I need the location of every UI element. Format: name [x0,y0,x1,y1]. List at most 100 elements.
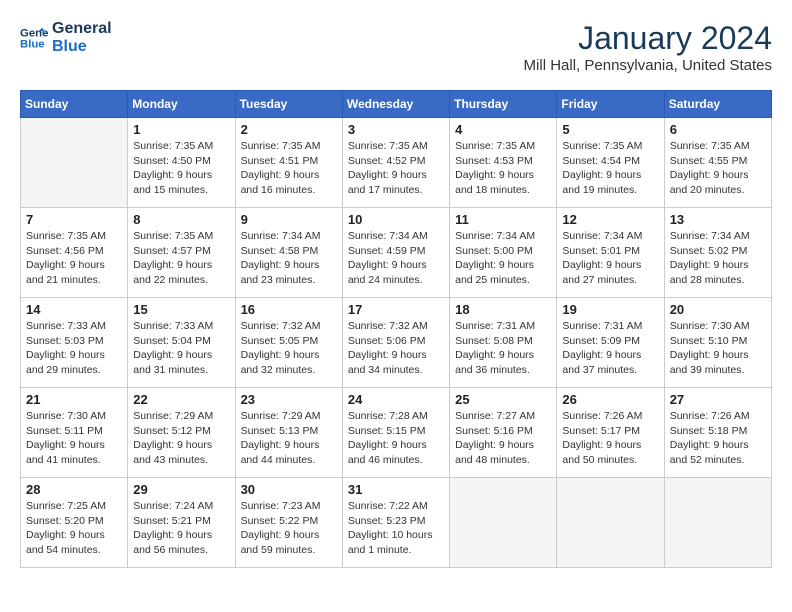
column-header-wednesday: Wednesday [342,91,449,118]
calendar-cell [664,478,771,568]
day-number: 3 [348,122,444,137]
day-number: 20 [670,302,766,317]
calendar-cell: 21 Sunrise: 7:30 AMSunset: 5:11 PMDayligh… [21,388,128,478]
day-number: 26 [562,392,658,407]
day-info: Sunrise: 7:34 AMSunset: 5:00 PMDaylight:… [455,229,551,288]
day-info: Sunrise: 7:35 AMSunset: 4:54 PMDaylight:… [562,139,658,198]
page-header: General Blue General Blue January 2024 M… [20,20,772,74]
day-info: Sunrise: 7:27 AMSunset: 5:16 PMDaylight:… [455,409,551,468]
calendar-cell: 14Sunrise: 7:33 AMSunset: 5:03 PMDayligh… [21,298,128,388]
calendar-cell: 1 Sunrise: 7:35 AMSunset: 4:50 PMDaylight… [128,118,235,208]
week-row-1: 1 Sunrise: 7:35 AMSunset: 4:50 PMDaylight… [21,118,772,208]
day-number: 16 [241,302,337,317]
day-info: Sunrise: 7:35 AMSunset: 4:55 PMDaylight:… [670,139,766,198]
svg-text:Blue: Blue [20,39,45,51]
calendar-cell: 30Sunrise: 7:23 AMSunset: 5:22 PMDayligh… [235,478,342,568]
column-header-sunday: Sunday [21,91,128,118]
day-number: 9 [241,212,337,227]
calendar-header-row: SundayMondayTuesdayWednesdayThursdayFrid… [21,91,772,118]
day-info: Sunrise: 7:30 AMSunset: 5:11 PMDaylight:… [26,409,122,468]
logo-icon: General Blue [20,24,48,52]
calendar-cell: 12Sunrise: 7:34 AMSunset: 5:01 PMDayligh… [557,208,664,298]
calendar-cell: 6Sunrise: 7:35 AMSunset: 4:55 PMDaylight… [664,118,771,208]
day-info: Sunrise: 7:35 AMSunset: 4:53 PMDaylight:… [455,139,551,198]
calendar-cell: 20 Sunrise: 7:30 AMSunset: 5:10 PMDayligh… [664,298,771,388]
day-number: 28 [26,482,122,497]
calendar-cell: 4 Sunrise: 7:35 AMSunset: 4:53 PMDaylight… [450,118,557,208]
calendar-cell: 27 Sunrise: 7:26 AMSunset: 5:18 PMDayligh… [664,388,771,478]
calendar-cell: 24Sunrise: 7:28 AMSunset: 5:15 PMDayligh… [342,388,449,478]
day-number: 10 [348,212,444,227]
title-block: January 2024 Mill Hall, Pennsylvania, Un… [524,20,772,74]
month-title: January 2024 [524,20,772,57]
day-info: Sunrise: 7:31 AMSunset: 5:09 PMDaylight:… [562,319,658,378]
calendar-cell: 15Sunrise: 7:33 AMSunset: 5:04 PMDayligh… [128,298,235,388]
day-info: Sunrise: 7:22 AMSunset: 5:23 PMDaylight:… [348,499,444,558]
column-header-friday: Friday [557,91,664,118]
calendar-cell: 31 Sunrise: 7:22 AMSunset: 5:23 PMDayligh… [342,478,449,568]
calendar: SundayMondayTuesdayWednesdayThursdayFrid… [20,90,772,568]
day-number: 21 [26,392,122,407]
day-info: Sunrise: 7:33 AMSunset: 5:03 PMDaylight:… [26,319,122,378]
day-number: 4 [455,122,551,137]
column-header-thursday: Thursday [450,91,557,118]
day-number: 15 [133,302,229,317]
day-number: 25 [455,392,551,407]
week-row-4: 21 Sunrise: 7:30 AMSunset: 5:11 PMDayligh… [21,388,772,478]
calendar-cell: 8 Sunrise: 7:35 AMSunset: 4:57 PMDaylight… [128,208,235,298]
calendar-cell: 25 Sunrise: 7:27 AMSunset: 5:16 PMDayligh… [450,388,557,478]
day-number: 5 [562,122,658,137]
calendar-cell: 9 Sunrise: 7:34 AMSunset: 4:58 PMDaylight… [235,208,342,298]
day-number: 17 [348,302,444,317]
day-number: 31 [348,482,444,497]
svg-text:General: General [20,27,48,39]
day-info: Sunrise: 7:30 AMSunset: 5:10 PMDaylight:… [670,319,766,378]
day-info: Sunrise: 7:32 AMSunset: 5:06 PMDaylight:… [348,319,444,378]
column-header-monday: Monday [128,91,235,118]
day-info: Sunrise: 7:35 AMSunset: 4:57 PMDaylight:… [133,229,229,288]
day-info: Sunrise: 7:35 AMSunset: 4:50 PMDaylight:… [133,139,229,198]
week-row-5: 28 Sunrise: 7:25 AMSunset: 5:20 PMDayligh… [21,478,772,568]
day-number: 22 [133,392,229,407]
column-header-tuesday: Tuesday [235,91,342,118]
logo-blue: Blue [52,38,112,56]
day-number: 8 [133,212,229,227]
day-number: 11 [455,212,551,227]
day-info: Sunrise: 7:26 AMSunset: 5:18 PMDaylight:… [670,409,766,468]
day-number: 19 [562,302,658,317]
day-number: 29 [133,482,229,497]
day-info: Sunrise: 7:26 AMSunset: 5:17 PMDaylight:… [562,409,658,468]
day-info: Sunrise: 7:25 AMSunset: 5:20 PMDaylight:… [26,499,122,558]
calendar-cell: 5 Sunrise: 7:35 AMSunset: 4:54 PMDaylight… [557,118,664,208]
day-info: Sunrise: 7:35 AMSunset: 4:52 PMDaylight:… [348,139,444,198]
day-number: 24 [348,392,444,407]
calendar-cell: 16Sunrise: 7:32 AMSunset: 5:05 PMDayligh… [235,298,342,388]
calendar-cell: 23Sunrise: 7:29 AMSunset: 5:13 PMDayligh… [235,388,342,478]
calendar-cell: 10 Sunrise: 7:34 AMSunset: 4:59 PMDayligh… [342,208,449,298]
day-info: Sunrise: 7:34 AMSunset: 4:59 PMDaylight:… [348,229,444,288]
day-info: Sunrise: 7:34 AMSunset: 5:02 PMDaylight:… [670,229,766,288]
calendar-cell [557,478,664,568]
day-info: Sunrise: 7:35 AMSunset: 4:51 PMDaylight:… [241,139,337,198]
logo-general: General [52,20,112,38]
week-row-3: 14Sunrise: 7:33 AMSunset: 5:03 PMDayligh… [21,298,772,388]
calendar-cell: 28 Sunrise: 7:25 AMSunset: 5:20 PMDayligh… [21,478,128,568]
logo: General Blue General Blue [20,20,112,56]
day-number: 1 [133,122,229,137]
day-number: 2 [241,122,337,137]
day-info: Sunrise: 7:29 AMSunset: 5:12 PMDaylight:… [133,409,229,468]
calendar-cell: 29 Sunrise: 7:24 AMSunset: 5:21 PMDayligh… [128,478,235,568]
calendar-cell [21,118,128,208]
day-info: Sunrise: 7:31 AMSunset: 5:08 PMDaylight:… [455,319,551,378]
calendar-cell: 3 Sunrise: 7:35 AMSunset: 4:52 PMDaylight… [342,118,449,208]
day-number: 12 [562,212,658,227]
day-info: Sunrise: 7:34 AMSunset: 4:58 PMDaylight:… [241,229,337,288]
day-number: 27 [670,392,766,407]
day-number: 30 [241,482,337,497]
calendar-cell: 7Sunrise: 7:35 AMSunset: 4:56 PMDaylight… [21,208,128,298]
day-number: 18 [455,302,551,317]
day-info: Sunrise: 7:24 AMSunset: 5:21 PMDaylight:… [133,499,229,558]
calendar-cell: 13Sunrise: 7:34 AMSunset: 5:02 PMDayligh… [664,208,771,298]
calendar-cell: 22 Sunrise: 7:29 AMSunset: 5:12 PMDayligh… [128,388,235,478]
week-row-2: 7Sunrise: 7:35 AMSunset: 4:56 PMDaylight… [21,208,772,298]
